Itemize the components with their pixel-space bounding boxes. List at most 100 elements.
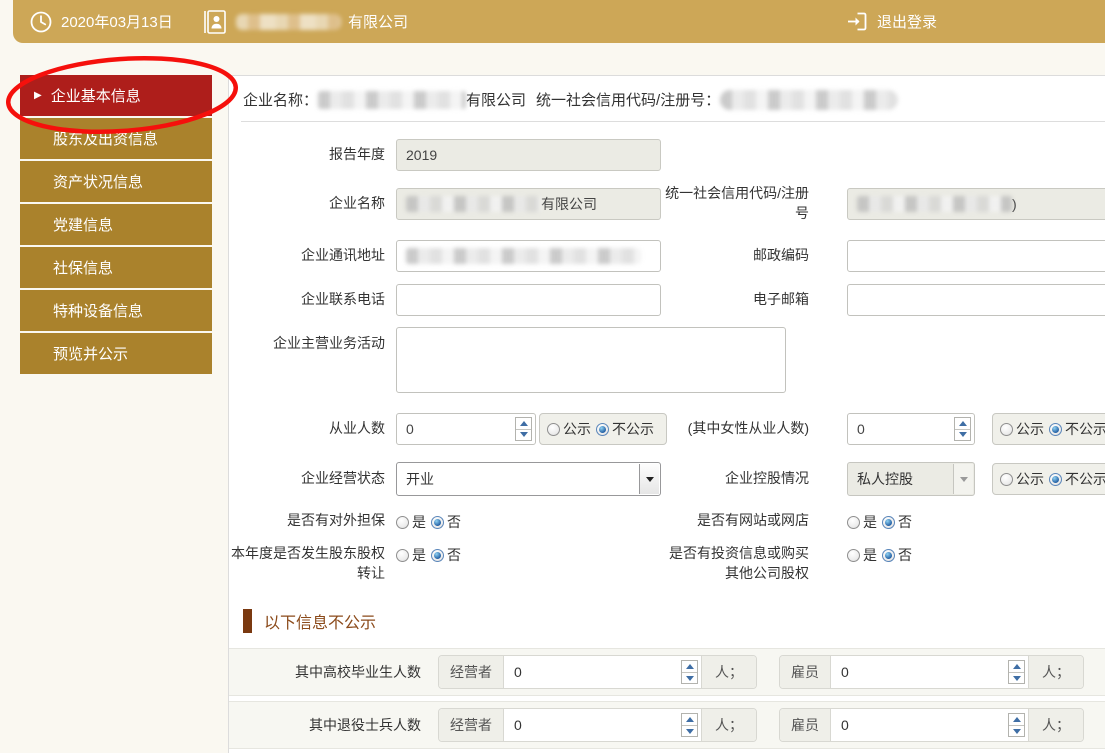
graduates-employee-input[interactable]: 0 — [831, 656, 1028, 688]
unit-label: 人； — [1028, 656, 1083, 688]
form-row-report-year: 报告年度 2019 — [229, 139, 1105, 171]
sidebar-item-label[interactable]: 企业基本信息 — [51, 85, 141, 106]
spinner[interactable] — [681, 713, 698, 737]
logout-label[interactable]: 退出登录 — [877, 11, 937, 32]
investment-no-radio[interactable] — [882, 549, 895, 562]
sidebar-item-basic-info[interactable]: ▶ 企业基本信息 — [20, 75, 212, 116]
section-row-graduates: 其中高校毕业生人数 经营者 0 人； 雇员 0 人； — [229, 648, 1105, 696]
employees-input[interactable]: 0 — [396, 413, 536, 445]
spinner[interactable] — [1008, 713, 1025, 737]
sidebar-item-preview-publish[interactable]: 预览并公示 — [20, 333, 212, 374]
female-publicity-group: 公示 不公示 — [992, 413, 1105, 445]
date-display: 2020年03月13日 — [28, 0, 173, 43]
company-name-input[interactable]: 有限公司 — [396, 188, 661, 220]
header-divider — [241, 121, 1105, 122]
logout-button[interactable]: 退出登录 — [845, 0, 937, 43]
no-option-label[interactable]: 否 — [447, 512, 461, 532]
dropdown-arrow-icon[interactable] — [639, 464, 659, 494]
employees-public-radio[interactable] — [547, 423, 560, 436]
credit-code-input[interactable]: ) — [847, 188, 1105, 220]
investment-yes-radio[interactable] — [847, 549, 860, 562]
female-employees-spinner[interactable] — [954, 417, 971, 441]
guarantee-yes-radio[interactable] — [396, 516, 409, 529]
operator-tag: 经营者 — [439, 709, 504, 741]
sidebar-item-label[interactable]: 党建信息 — [53, 214, 113, 235]
yes-option-label[interactable]: 是 — [412, 545, 426, 565]
credit-code-label: 统一社会信用代码/注册号 — [661, 184, 815, 223]
sidebar-item-label[interactable]: 社保信息 — [53, 257, 113, 278]
investment-label: 是否有投资信息或购买其他公司股权 — [661, 544, 815, 583]
holding-nonpublic-radio[interactable] — [1049, 473, 1062, 486]
email-input[interactable] — [847, 284, 1105, 316]
website-yes-radio[interactable] — [847, 516, 860, 529]
employee-tag: 雇员 — [780, 656, 831, 688]
company-name-suffix: 有限公司 — [348, 11, 408, 32]
yes-option-label[interactable]: 是 — [412, 512, 426, 532]
nonpublic-option-label[interactable]: 不公示 — [1065, 419, 1105, 439]
top-bar: 2020年03月13日 有限公司 退出登录 — [13, 0, 1105, 43]
holding-status-select[interactable]: 私人控股 — [847, 462, 975, 496]
yes-option-label[interactable]: 是 — [863, 545, 877, 565]
veterans-employee-input[interactable]: 0 — [831, 709, 1028, 741]
website-no-radio[interactable] — [882, 516, 895, 529]
company-summary-header: 企业名称： 有限公司 统一社会信用代码/注册号： — [229, 76, 1105, 121]
female-nonpublic-radio[interactable] — [1049, 423, 1062, 436]
veterans-operator-input[interactable]: 0 — [504, 709, 701, 741]
graduates-operator-value: 0 — [514, 664, 522, 680]
current-date: 2020年03月13日 — [61, 11, 173, 32]
form-row-address: 企业通讯地址 邮政编码 — [229, 240, 1105, 272]
spinner[interactable] — [681, 660, 698, 684]
section-row-veterans: 其中退役士兵人数 经营者 0 人； 雇员 0 人； — [229, 701, 1105, 749]
transfer-yes-radio[interactable] — [396, 549, 409, 562]
employees-nonpublic-radio[interactable] — [596, 423, 609, 436]
veterans-operator-value: 0 — [514, 717, 522, 733]
sidebar-item-assets[interactable]: 资产状况信息 — [20, 161, 212, 202]
no-option-label[interactable]: 否 — [898, 512, 912, 532]
public-option-label[interactable]: 公示 — [1016, 469, 1044, 489]
yes-option-label[interactable]: 是 — [863, 512, 877, 532]
no-option-label[interactable]: 否 — [898, 545, 912, 565]
sidebar-item-party-building[interactable]: 党建信息 — [20, 204, 212, 245]
spinner[interactable] — [1008, 660, 1025, 684]
public-option-label[interactable]: 公示 — [1016, 419, 1044, 439]
guarantee-label: 是否有对外担保 — [229, 511, 391, 531]
holding-status-label: 企业控股情况 — [661, 469, 815, 489]
sidebar-item-label[interactable]: 特种设备信息 — [53, 300, 143, 321]
report-year-value: 2019 — [406, 147, 437, 163]
unit-label: 人； — [1028, 709, 1083, 741]
sidebar-item-shareholders[interactable]: 股东及出资信息 — [20, 118, 212, 159]
credit-code-redacted — [720, 90, 898, 110]
no-option-label[interactable]: 否 — [447, 545, 461, 565]
graduates-label: 其中高校毕业生人数 — [229, 662, 421, 682]
sidebar-item-label[interactable]: 预览并公示 — [53, 343, 128, 364]
graduates-operator-group: 经营者 0 人； — [438, 655, 757, 689]
sidebar-item-label[interactable]: 资产状况信息 — [53, 171, 143, 192]
dropdown-arrow-icon — [953, 464, 973, 494]
address-input[interactable] — [396, 240, 661, 272]
guarantee-no-radio[interactable] — [431, 516, 444, 529]
female-public-radio[interactable] — [1000, 423, 1013, 436]
sidebar-item-label[interactable]: 股东及出资信息 — [53, 128, 158, 149]
logout-icon[interactable] — [845, 9, 870, 34]
business-activity-textarea[interactable] — [396, 327, 786, 393]
sidebar-item-social-security[interactable]: 社保信息 — [20, 247, 212, 288]
holding-public-radio[interactable] — [1000, 473, 1013, 486]
form-row-status: 企业经营状态 开业 企业控股情况 私人控股 公示 不公示 — [229, 462, 1105, 496]
operating-status-select[interactable]: 开业 — [396, 462, 661, 496]
female-employees-label: (其中女性从业人数) — [661, 419, 815, 439]
employees-value: 0 — [406, 421, 414, 437]
female-employees-input[interactable]: 0 — [847, 413, 975, 445]
nonpublic-option-label[interactable]: 不公示 — [612, 419, 654, 439]
phone-input[interactable] — [396, 284, 661, 316]
form-row-employees: 从业人数 0 公示 不公示 (其中女性从业人数) 0 — [229, 413, 1105, 445]
nonpublic-option-label[interactable]: 不公示 — [1065, 469, 1105, 489]
sidebar-item-special-equipment[interactable]: 特种设备信息 — [20, 290, 212, 331]
holding-publicity-group: 公示 不公示 — [992, 463, 1105, 495]
graduates-operator-input[interactable]: 0 — [504, 656, 701, 688]
transfer-no-radio[interactable] — [431, 549, 444, 562]
postcode-input[interactable] — [847, 240, 1105, 272]
address-redacted — [406, 248, 641, 264]
employees-spinner[interactable] — [515, 417, 532, 441]
public-option-label[interactable]: 公示 — [563, 419, 591, 439]
report-year-input[interactable]: 2019 — [396, 139, 661, 171]
